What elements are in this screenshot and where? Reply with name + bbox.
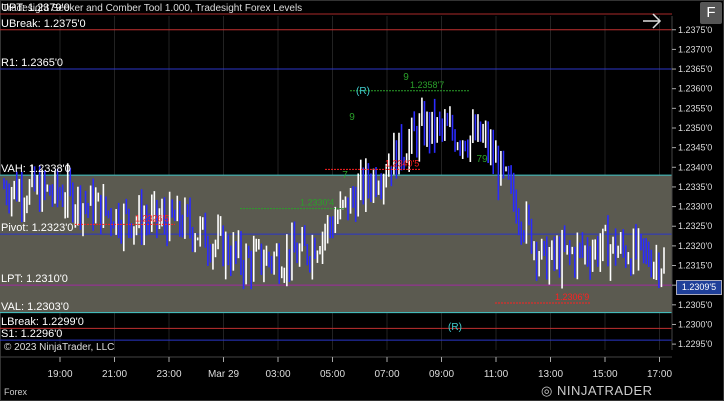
y-tick-label: 1.2375'0 <box>678 25 712 35</box>
f-button[interactable]: F <box>700 2 722 24</box>
y-tick-label: 1.2325'0 <box>678 221 712 231</box>
level-label: VAH: 1.2338'0 <box>1 163 71 176</box>
y-tick-label: 1.2315'0 <box>678 261 712 271</box>
signal-marker: (R) <box>356 86 370 97</box>
signal-marker: 9 <box>403 72 409 83</box>
x-tick-label: 13:00 <box>538 369 563 380</box>
annotation-label: 1.2340'5 <box>385 158 419 168</box>
y-tick-label: 1.2330'0 <box>678 202 712 212</box>
level-label: UPT: 1.2379'0 <box>1 2 70 15</box>
x-tick-label: 05:00 <box>320 369 345 380</box>
y-tick-label: 1.2345'0 <box>678 143 712 153</box>
y-tick-label: 1.2360'0 <box>678 84 712 94</box>
level-label: R1: 1.2365'0 <box>1 57 64 70</box>
level-label: S1: 1.2296'0 <box>1 328 63 341</box>
current-price-tag: 1.2309'5 <box>676 280 722 295</box>
signal-marker: 79 <box>476 154 488 165</box>
level-label: UBreak: 1.2375'0 <box>1 17 86 30</box>
y-tick-label: 1.2320'0 <box>678 241 712 251</box>
x-tick-label: 07:00 <box>374 369 399 380</box>
signal-marker: (R) <box>448 322 462 333</box>
annotation-label: 1.2326'5 <box>135 213 169 223</box>
y-tick-label: 1.2355'0 <box>678 103 712 113</box>
y-tick-label: 1.2335'0 <box>678 182 712 192</box>
x-tick-label: Mar 29 <box>208 369 240 380</box>
ninjatrader-logo: ◎ NINJATRADER <box>541 383 653 399</box>
annotation-label: 1.2330'4 <box>300 198 334 208</box>
annotation-label: 1.2358'7 <box>410 80 444 90</box>
logo-icon: ◎ <box>541 383 553 398</box>
y-tick-label: 1.2370'0 <box>678 44 712 54</box>
x-tick-label: 19:00 <box>47 369 72 380</box>
level-label: LBreak: 1.2299'0 <box>1 316 84 329</box>
level-label: Pivot: 1.2323'0 <box>1 222 74 235</box>
x-tick-label: 11:00 <box>484 369 509 380</box>
price-chart[interactable]: 1.2358'7 1.2340'5 1.2330'4 1.2326'5 1.2306'9… <box>0 0 724 401</box>
y-tick-label: 1.2365'0 <box>678 64 712 74</box>
x-tick-label: 03:00 <box>265 369 290 380</box>
signal-marker: 9 <box>349 112 355 123</box>
logo-text: NINJATRADER <box>556 383 653 398</box>
signal-marker: 7 <box>342 170 348 181</box>
level-label: LPT: 1.2310'0 <box>1 273 68 286</box>
y-tick-label: 1.2300'0 <box>678 319 712 329</box>
y-tick-label: 1.2305'0 <box>678 300 712 310</box>
x-tick-label: 15:00 <box>592 369 617 380</box>
y-tick-label: 1.2340'0 <box>678 162 712 172</box>
level-label: VAL: 1.2303'0 <box>1 300 69 313</box>
x-tick-label: 21:00 <box>102 369 127 380</box>
x-tick-label: 23:00 <box>156 369 181 380</box>
copyright-text: © 2023 NinjaTrader, LLC <box>4 342 115 353</box>
arrow-right-icon[interactable] <box>640 11 664 31</box>
x-tick-label: 17:00 <box>647 369 672 380</box>
instrument-tab[interactable]: Forex <box>4 386 27 398</box>
y-tick-label: 1.2295'0 <box>678 339 712 349</box>
annotation-label: 1.2306'9 <box>555 292 589 302</box>
y-tick-label: 1.2350'0 <box>678 123 712 133</box>
x-tick-label: 09:00 <box>429 369 454 380</box>
